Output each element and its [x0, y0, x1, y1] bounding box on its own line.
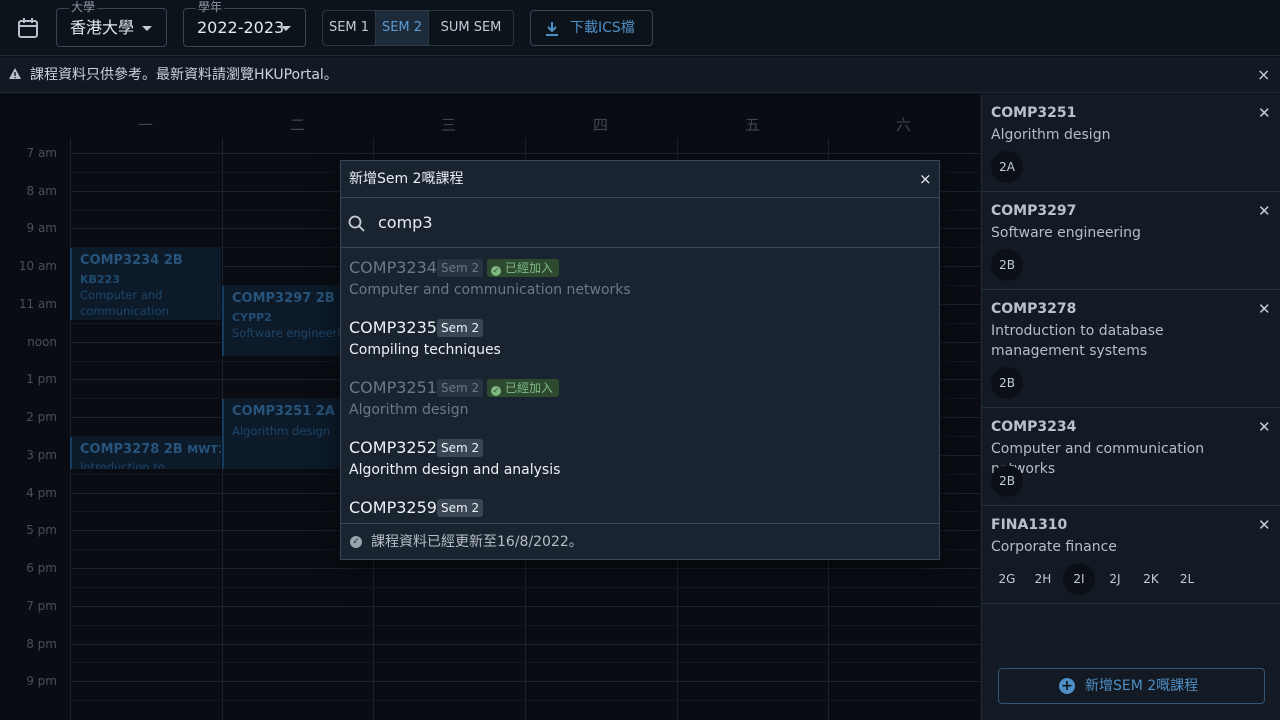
course-card: COMP3278 Introduction to database manage… [982, 290, 1280, 408]
dialog-footer: ✓ 課程資料已經更新至16/8/2022。 [341, 523, 939, 559]
year-label: 學年 [196, 0, 225, 14]
remove-course-icon[interactable]: ✕ [1258, 202, 1271, 220]
remove-course-icon[interactable]: ✕ [1258, 300, 1271, 318]
university-label: 大學 [69, 0, 98, 14]
remove-course-icon[interactable]: ✕ [1258, 104, 1271, 122]
section-chip[interactable]: 2B [991, 249, 1023, 281]
added-badge: ✓ 已經加入 [487, 379, 560, 397]
course-card: FINA1310 Corporate finance ✕ 2G 2H 2I 2J… [982, 506, 1280, 604]
result-item[interactable]: COMP3259 Sem 2 [341, 488, 939, 523]
semester-tabs: SEM 1 SEM 2 SUM SEM [322, 10, 514, 46]
add-course-label: 新增SEM 2嘅課程 [1085, 678, 1199, 694]
close-icon[interactable]: × [1257, 66, 1270, 84]
download-ics-button[interactable]: 下載ICS檔 [530, 10, 653, 46]
result-code: COMP3252 [349, 438, 437, 457]
chevron-down-icon [281, 26, 291, 31]
course-title: Introduction to database management syst… [991, 323, 1164, 359]
course-card: COMP3234 Computer and communication netw… [982, 408, 1280, 506]
result-item[interactable]: COMP3251 Sem 2 ✓ 已經加入 Algorithm design [341, 368, 939, 428]
close-icon[interactable]: × [919, 170, 932, 188]
course-code: COMP3234 [991, 419, 1077, 435]
search-input[interactable] [378, 208, 918, 236]
course-card: COMP3251 Algorithm design ✕ 2A [982, 94, 1280, 192]
plus-circle-icon: + [1059, 678, 1075, 694]
result-item[interactable]: COMP3252 Sem 2 Algorithm design and anal… [341, 428, 939, 488]
course-code: FINA1310 [991, 517, 1068, 533]
course-code: COMP3278 [991, 301, 1077, 317]
chevron-down-icon [142, 26, 152, 31]
calendar-icon[interactable] [16, 16, 40, 40]
results-list: COMP3234 Sem 2 ✓ 已經加入 Computer and commun… [341, 248, 939, 523]
dialog-header: 新增Sem 2嘅課程 × [341, 161, 939, 198]
result-name: Compiling techniques [349, 342, 501, 358]
notice-bar: 課程資料只供參考。最新資料請瀏覽HKUPortal。 × [0, 57, 1280, 93]
notice-text: 課程資料只供參考。最新資料請瀏覽HKUPortal。 [30, 67, 338, 83]
result-name: Computer and communication networks [349, 282, 631, 298]
result-name: Algorithm design and analysis [349, 462, 561, 478]
course-sidebar: COMP3251 Algorithm design ✕ 2A COMP3297 … [981, 94, 1280, 720]
add-course-button[interactable]: + 新增SEM 2嘅課程 [998, 668, 1265, 704]
result-name: Algorithm design [349, 402, 469, 418]
remove-course-icon[interactable]: ✕ [1258, 418, 1271, 436]
download-icon [546, 22, 558, 36]
add-course-dialog: 新增Sem 2嘅課程 × COMP3234 Sem 2 ✓ 已經加入 Comput… [340, 160, 940, 560]
section-chip[interactable]: 2H [1027, 563, 1059, 595]
warning-icon [9, 68, 21, 79]
check-circle-icon: ✓ [350, 536, 362, 548]
check-circle-icon: ✓ [491, 266, 501, 276]
added-badge: ✓ 已經加入 [487, 259, 560, 277]
search-bar [341, 198, 939, 248]
section-chip[interactable]: 2A [991, 151, 1023, 183]
course-card: COMP3297 Software engineering ✕ 2B [982, 192, 1280, 290]
section-chip[interactable]: 2L [1171, 563, 1203, 595]
university-value: 香港大學 [70, 18, 135, 37]
added-badge-label: 已經加入 [505, 261, 554, 275]
year-select[interactable]: 學年 2022-2023 [183, 0, 306, 47]
section-chip[interactable]: 2G [991, 563, 1023, 595]
tab-sem1[interactable]: SEM 1 [323, 11, 376, 45]
result-code: COMP3234 [349, 258, 437, 277]
semester-badge: Sem 2 [437, 379, 484, 397]
dialog-title: 新增Sem 2嘅課程 [349, 171, 464, 187]
section-chip[interactable]: 2I [1063, 563, 1095, 595]
section-chip[interactable]: 2B [991, 367, 1023, 399]
search-icon [348, 215, 365, 232]
course-title: Corporate finance [991, 539, 1117, 555]
course-title: Computer and communication networks [991, 441, 1205, 477]
course-code: COMP3251 [991, 105, 1077, 121]
university-select[interactable]: 大學 香港大學 [56, 0, 167, 47]
semester-badge: Sem 2 [437, 259, 484, 277]
result-code: COMP3259 [349, 498, 437, 517]
result-item[interactable]: COMP3235 Sem 2 Compiling techniques [341, 308, 939, 368]
section-chip[interactable]: 2B [991, 465, 1023, 497]
check-circle-icon: ✓ [491, 386, 501, 396]
semester-badge: Sem 2 [437, 319, 484, 337]
course-code: COMP3297 [991, 203, 1077, 219]
result-code: COMP3251 [349, 378, 437, 397]
semester-badge: Sem 2 [437, 439, 484, 457]
tab-summer[interactable]: SUM SEM [429, 11, 513, 45]
course-title: Software engineering [991, 225, 1141, 241]
tab-sem2[interactable]: SEM 2 [376, 11, 429, 45]
added-badge-label: 已經加入 [505, 381, 554, 395]
download-ics-label: 下載ICS檔 [570, 20, 635, 36]
result-item[interactable]: COMP3234 Sem 2 ✓ 已經加入 Computer and commun… [341, 248, 939, 308]
section-chip[interactable]: 2K [1135, 563, 1167, 595]
semester-badge: Sem 2 [437, 499, 484, 517]
course-title: Algorithm design [991, 127, 1111, 143]
top-bar: 大學 香港大學 學年 2022-2023 SEM 1 SEM 2 SUM SEM… [0, 0, 1280, 56]
year-value: 2022-2023 [197, 18, 285, 37]
update-status-text: 課程資料已經更新至16/8/2022。 [371, 534, 583, 550]
section-chip[interactable]: 2J [1099, 563, 1131, 595]
result-code: COMP3235 [349, 318, 437, 337]
remove-course-icon[interactable]: ✕ [1258, 516, 1271, 534]
